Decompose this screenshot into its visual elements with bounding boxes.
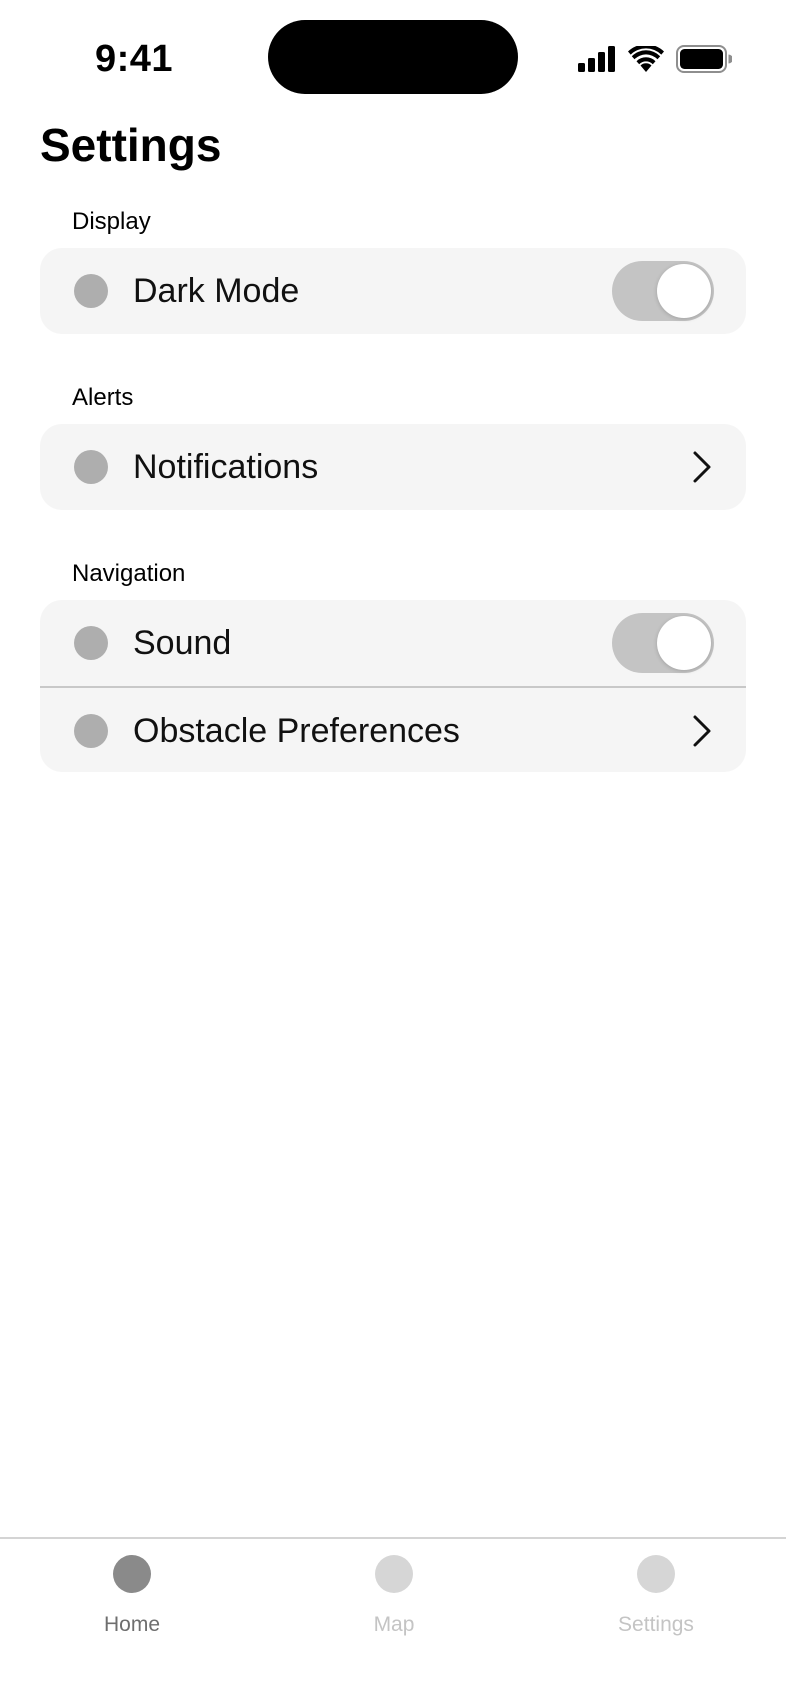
notifications-icon [74, 450, 108, 484]
status-icons [578, 44, 732, 74]
section-header-navigation: Navigation [72, 560, 186, 587]
tab-map-label: Map [373, 1613, 415, 1636]
tab-settings[interactable]: Settings [556, 1539, 756, 1659]
sound-label: Sound [133, 624, 232, 662]
settings-screen: 9:41 Settings Display Dark Mode Alerts N… [0, 0, 786, 1704]
settings-icon [637, 1555, 675, 1593]
notifications-row[interactable]: Notifications [40, 424, 746, 510]
dynamic-island [268, 20, 518, 94]
toggle-knob [657, 264, 711, 318]
navigation-settings-card: Sound Obstacle Preferences [40, 600, 746, 772]
wifi-icon [628, 46, 664, 72]
dark-mode-toggle[interactable] [612, 261, 714, 321]
notifications-label: Notifications [133, 448, 319, 486]
section-header-display: Display [72, 208, 151, 235]
tab-home-label: Home [103, 1613, 161, 1636]
display-settings-card: Dark Mode [40, 248, 746, 334]
tab-map[interactable]: Map [294, 1539, 494, 1659]
status-bar: 9:41 [0, 0, 786, 110]
sound-icon [74, 626, 108, 660]
sound-row[interactable]: Sound [40, 600, 746, 686]
tab-settings-label: Settings [618, 1613, 694, 1636]
obstacle-preferences-label: Obstacle Preferences [133, 712, 460, 750]
section-header-alerts: Alerts [72, 384, 134, 411]
dark-mode-icon [74, 274, 108, 308]
dark-mode-row[interactable]: Dark Mode [40, 248, 746, 334]
obstacle-preferences-icon [74, 714, 108, 748]
page-title: Settings [40, 119, 222, 171]
status-time: 9:41 [94, 38, 174, 80]
cellular-signal-icon [578, 46, 616, 72]
map-icon [375, 1555, 413, 1593]
chevron-right-icon [693, 451, 711, 483]
sound-toggle[interactable] [612, 613, 714, 673]
obstacle-preferences-row[interactable]: Obstacle Preferences [40, 686, 746, 772]
tab-home[interactable]: Home [32, 1539, 232, 1659]
tab-bar: Home Map Settings [0, 1537, 786, 1704]
battery-icon [676, 45, 732, 73]
toggle-knob [657, 616, 711, 670]
home-icon [113, 1555, 151, 1593]
alerts-settings-card: Notifications [40, 424, 746, 510]
dark-mode-label: Dark Mode [133, 272, 300, 310]
chevron-right-icon [693, 715, 711, 747]
